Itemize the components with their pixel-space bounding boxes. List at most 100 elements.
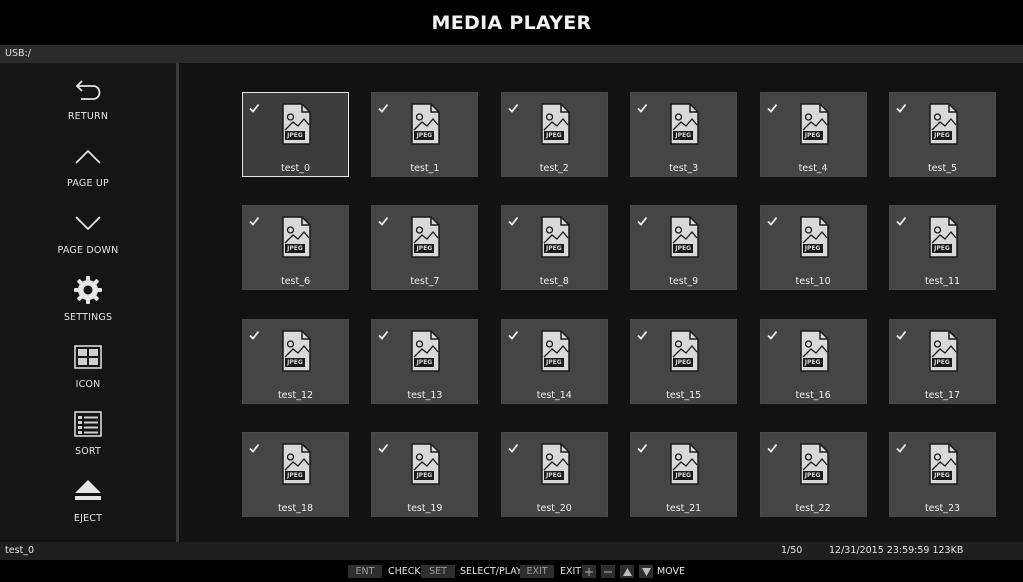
file-name: test_8: [539, 276, 569, 288]
checkmark-icon[interactable]: [249, 211, 260, 227]
file-tile[interactable]: JPEG test_14: [500, 318, 608, 404]
checkmark-icon[interactable]: [896, 438, 907, 453]
file-tile[interactable]: JPEG test_16: [759, 318, 867, 404]
file-tile[interactable]: JPEG test_11: [889, 205, 996, 291]
sidebar: RETURN PAGE UP PAGE DOWN SETTINGS ICON S…: [0, 63, 176, 542]
checkmark-icon[interactable]: [378, 438, 389, 453]
key-help-bar: ENT CHECK SET SELECT/PLAY EXIT EXIT MOVE: [0, 560, 1023, 582]
file-tile[interactable]: JPEG test_9: [630, 205, 738, 291]
file-tile[interactable]: JPEG test_19: [371, 431, 479, 517]
file-tile[interactable]: JPEG test_0: [242, 92, 349, 177]
settings-label: SETTINGS: [63, 312, 113, 323]
file-type-label: JPEG: [675, 245, 692, 253]
page-up-button[interactable]: PAGE UP: [0, 138, 176, 202]
chevron-down-icon: [70, 205, 106, 241]
file-tile[interactable]: JPEG test_10: [759, 205, 867, 291]
file-tile[interactable]: JPEG test_18: [242, 431, 349, 517]
file-name: test_3: [669, 163, 699, 174]
checkmark-icon[interactable]: [378, 211, 389, 227]
file-name: test_11: [924, 276, 961, 288]
file-tile[interactable]: JPEG test_23: [889, 431, 996, 517]
file-tile[interactable]: JPEG test_6: [242, 205, 349, 291]
file-type-label: JPEG: [287, 471, 303, 479]
gear-icon: [70, 272, 106, 308]
file-grid: JPEG test_0 JPEG test_1 JPEG test_2 JPEG test_3…: [179, 63, 1023, 542]
eject-button[interactable]: EJECT: [0, 473, 176, 537]
file-type-label: JPEG: [416, 245, 433, 253]
checkmark-icon[interactable]: [508, 438, 519, 453]
file-tile[interactable]: JPEG test_4: [759, 92, 867, 177]
file-name: test_0: [280, 163, 311, 174]
file-name: test_19: [407, 502, 443, 514]
checkmark-icon[interactable]: [378, 325, 389, 340]
file-type-label: JPEG: [545, 132, 562, 139]
file-tile[interactable]: JPEG test_7: [371, 205, 479, 291]
chevron-up-icon: [70, 138, 106, 174]
file-name: test_22: [795, 502, 831, 514]
file-tile[interactable]: JPEG test_12: [242, 318, 349, 404]
checkmark-icon[interactable]: [508, 325, 519, 340]
file-type-label: JPEG: [287, 245, 303, 253]
file-type-label: JPEG: [675, 132, 692, 139]
page-down-button[interactable]: PAGE DOWN: [0, 205, 176, 269]
eject-icon: [70, 473, 106, 509]
file-tile[interactable]: JPEG test_1: [371, 92, 479, 177]
plus-key-icon: [582, 565, 596, 578]
checkmark-icon[interactable]: [249, 325, 260, 340]
checkmark-icon[interactable]: [249, 438, 260, 453]
file-tile[interactable]: JPEG test_13: [371, 318, 479, 404]
page-down-label: PAGE DOWN: [57, 245, 119, 256]
file-tile[interactable]: JPEG test_17: [889, 318, 996, 404]
file-tile[interactable]: JPEG test_21: [630, 431, 738, 517]
checkmark-icon[interactable]: [766, 325, 777, 340]
file-name: test_2: [539, 163, 569, 174]
checkmark-icon[interactable]: [766, 438, 777, 453]
grid-view-icon: [70, 339, 106, 375]
file-name: test_14: [536, 389, 572, 401]
checkmark-icon[interactable]: [508, 211, 519, 227]
sort-button[interactable]: SORT: [0, 406, 176, 470]
checkmark-icon[interactable]: [896, 325, 907, 340]
file-name: test_1: [410, 163, 440, 174]
checkmark-icon[interactable]: [637, 325, 648, 340]
checkmark-icon[interactable]: [637, 98, 648, 113]
up-arrow-key-icon: [620, 565, 634, 578]
page-up-label: PAGE UP: [67, 178, 109, 189]
checkmark-icon[interactable]: [378, 98, 389, 113]
file-name: test_21: [666, 502, 702, 514]
return-button[interactable]: RETURN: [0, 71, 176, 135]
ent-key: ENT: [348, 565, 382, 578]
file-tile[interactable]: JPEG test_8: [500, 205, 608, 291]
file-type-label: JPEG: [804, 358, 821, 366]
app-title: MEDIA PLAYER: [431, 11, 592, 34]
icon-view-button[interactable]: ICON: [0, 339, 176, 403]
file-type-label: JPEG: [934, 132, 950, 139]
title-bar: MEDIA PLAYER: [0, 0, 1023, 45]
checkmark-icon[interactable]: [637, 211, 648, 227]
checkmark-icon[interactable]: [766, 211, 777, 227]
settings-button[interactable]: SETTINGS: [0, 272, 176, 336]
file-tile[interactable]: JPEG test_22: [759, 431, 867, 517]
file-tile[interactable]: JPEG test_5: [889, 92, 996, 177]
file-name: test_13: [407, 389, 443, 401]
checkmark-icon[interactable]: [766, 98, 777, 113]
page-indicator: 1/50: [781, 545, 803, 556]
current-file-name: test_0: [5, 545, 35, 556]
file-name: test_16: [795, 389, 831, 401]
file-type-label: JPEG: [934, 358, 950, 366]
set-key: SET: [421, 565, 455, 578]
file-type-label: JPEG: [804, 132, 821, 139]
checkmark-icon[interactable]: [249, 98, 260, 113]
file-tile[interactable]: JPEG test_20: [500, 431, 608, 517]
file-tile[interactable]: JPEG test_2: [500, 92, 608, 177]
checkmark-icon[interactable]: [508, 98, 519, 113]
checkmark-icon[interactable]: [896, 98, 907, 113]
file-tile[interactable]: JPEG test_3: [630, 92, 738, 177]
eject-label: EJECT: [73, 513, 103, 524]
file-tile[interactable]: JPEG test_15: [630, 318, 738, 404]
file-name: test_17: [924, 389, 961, 401]
icon-view-label: ICON: [75, 379, 101, 390]
checkmark-icon[interactable]: [896, 211, 907, 227]
checkmark-icon[interactable]: [637, 438, 648, 453]
file-name: test_20: [536, 502, 572, 514]
